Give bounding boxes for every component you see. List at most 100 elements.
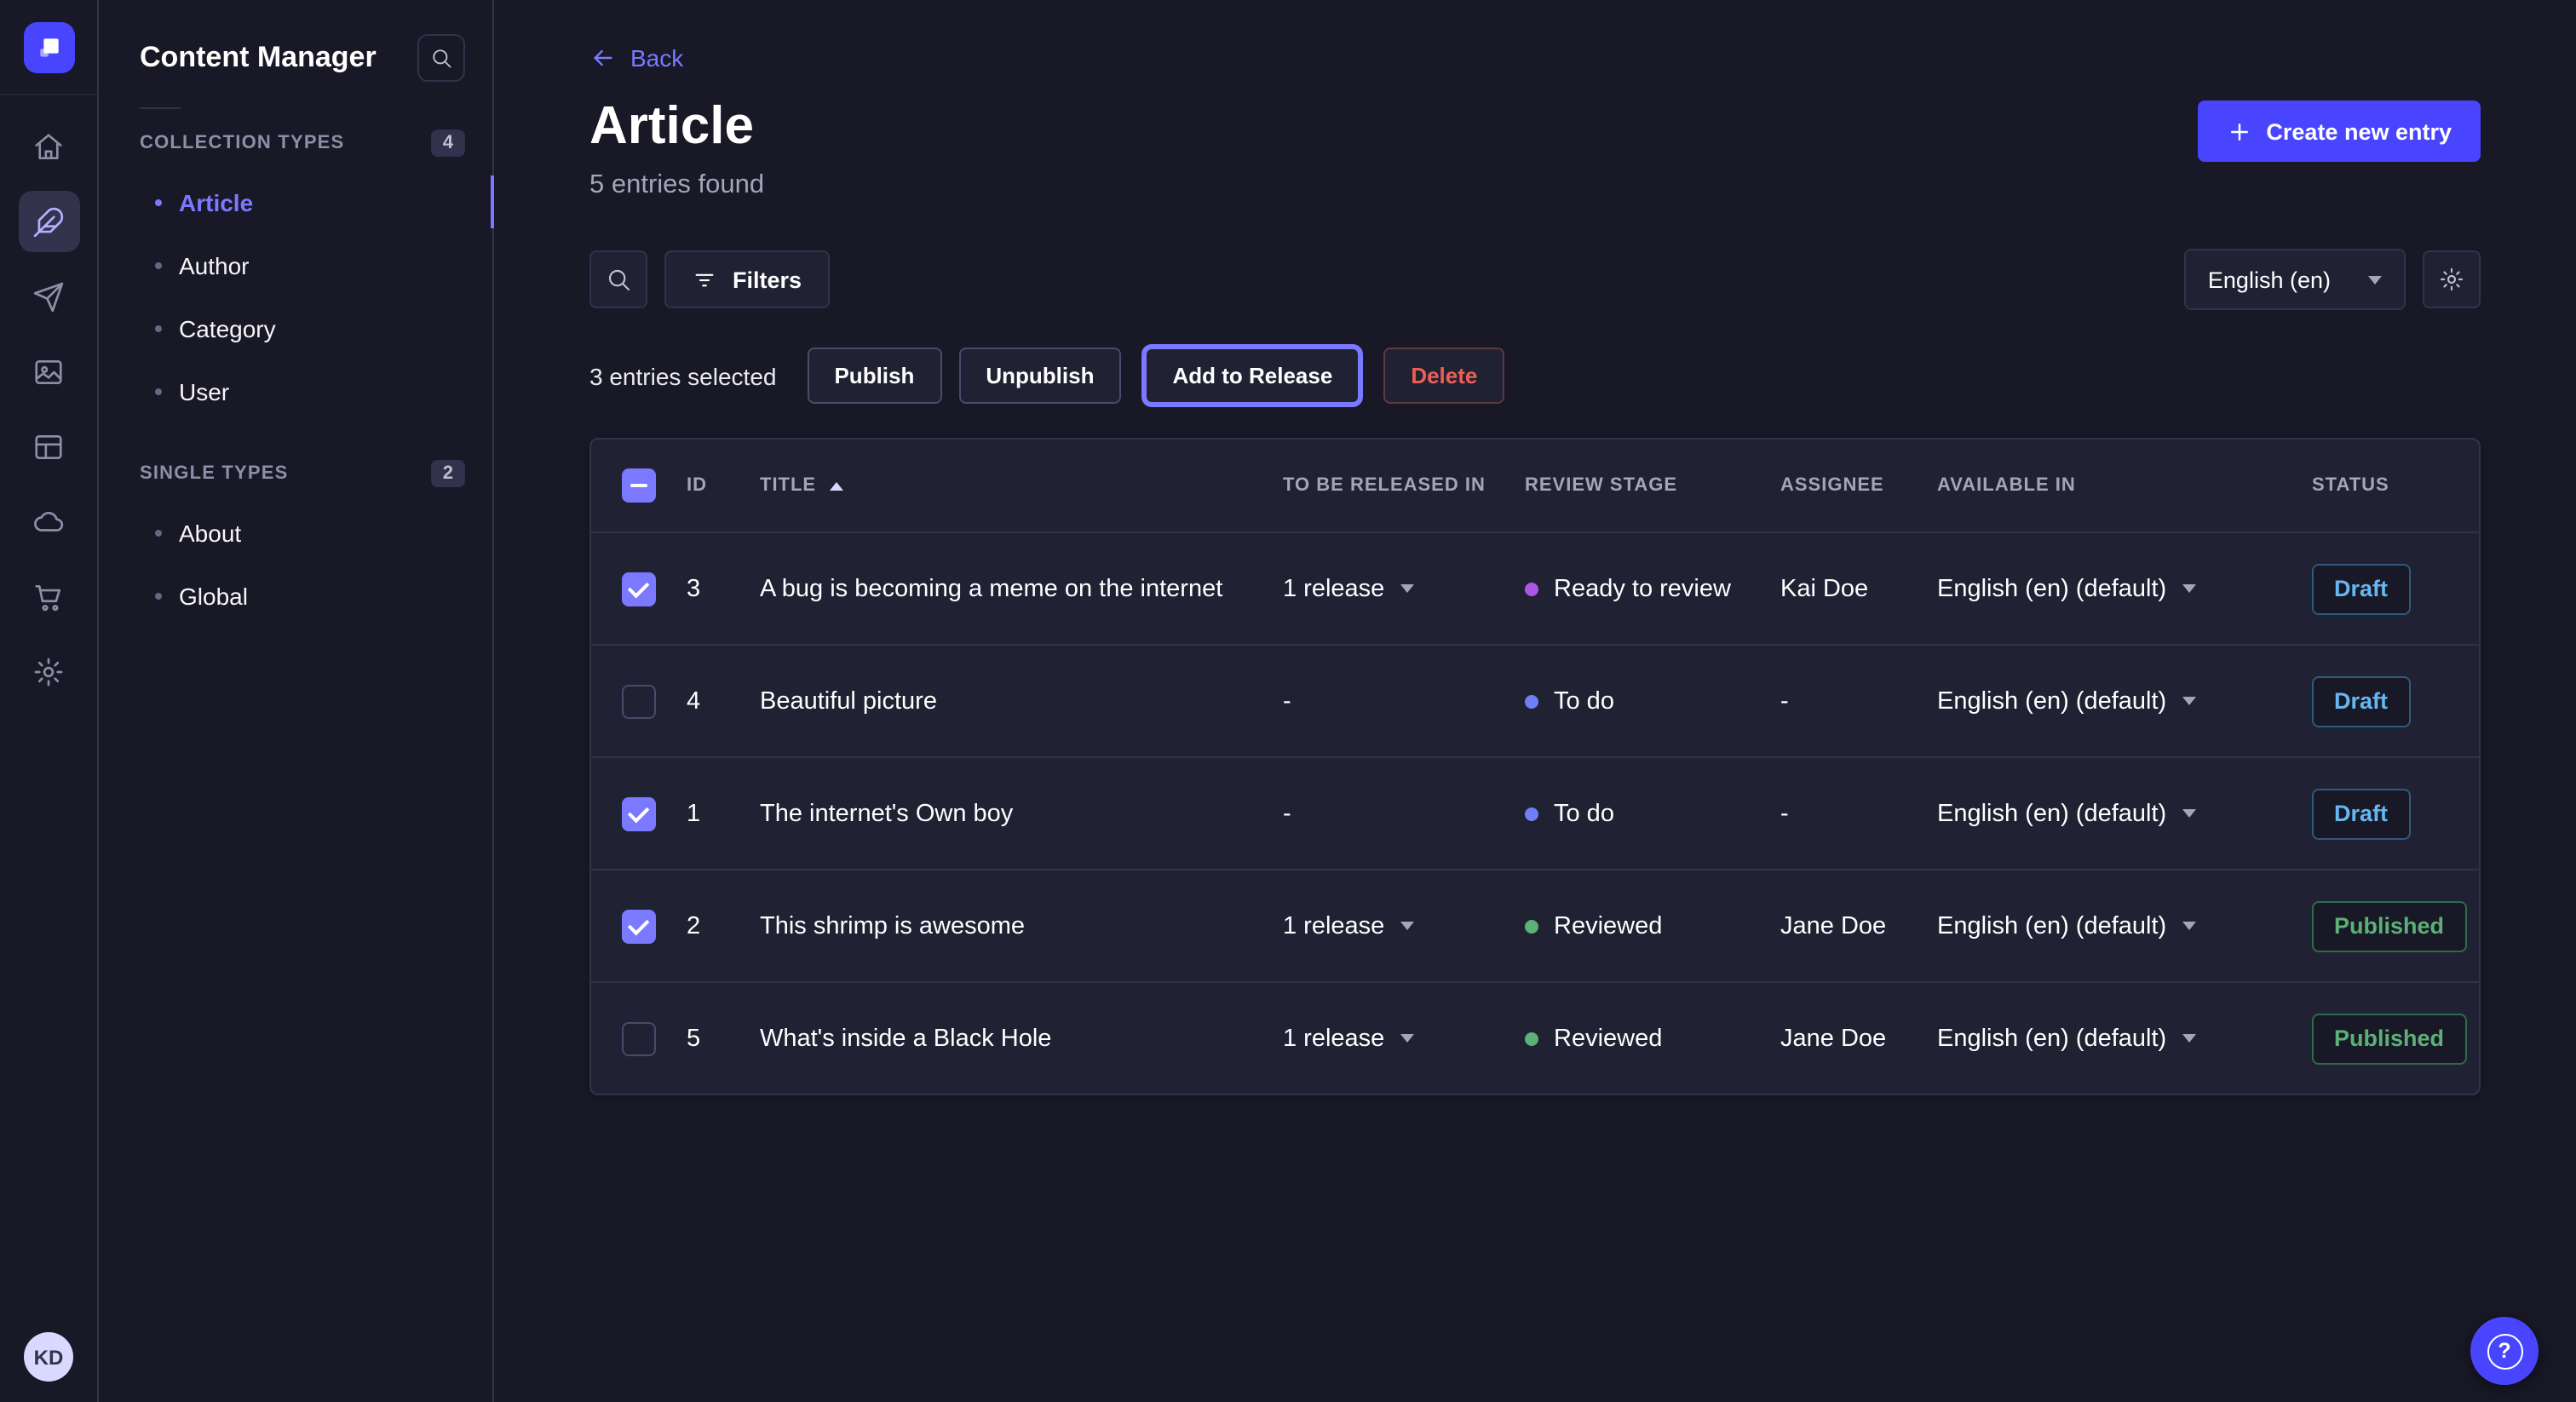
cell-title: The internet's Own boy (760, 800, 1283, 827)
app-window: KD Content Manager COLLECTION TYPES 4 Ar… (0, 0, 2576, 1402)
stage-dot-icon (1525, 694, 1538, 708)
content-type-builder-layout-icon[interactable] (18, 416, 79, 477)
settings-gear-icon[interactable] (18, 641, 79, 702)
bullet-icon (155, 388, 162, 394)
entries-selected-text: 3 entries selected (589, 362, 776, 389)
strapi-logo[interactable] (23, 22, 74, 73)
back-arrow-icon (589, 44, 617, 72)
column-header-title[interactable]: TITLE (760, 475, 1283, 496)
cell-available-in[interactable]: English (en) (default) (1937, 575, 2312, 602)
chevron-down-icon (2182, 584, 2195, 593)
back-link[interactable]: Back (589, 44, 683, 72)
media-library-image-icon[interactable] (18, 341, 79, 402)
single-types-count-badge: 2 (431, 460, 465, 487)
column-header-released-in: TO BE RELEASED IN (1283, 475, 1525, 496)
cell-id: 2 (687, 912, 760, 939)
cell-assignee: Jane Doe (1780, 1025, 1937, 1052)
column-header-id[interactable]: ID (687, 475, 760, 496)
user-avatar[interactable]: KD (24, 1332, 73, 1382)
cell-title: A bug is becoming a meme on the internet (760, 575, 1283, 602)
unpublish-button[interactable]: Unpublish (958, 348, 1121, 404)
select-all-checkbox[interactable] (622, 468, 656, 503)
content-manager-sidebar: Content Manager COLLECTION TYPES 4 Artic… (99, 0, 494, 1402)
sidebar-item-global[interactable]: Global (99, 564, 492, 627)
collection-types-count-badge: 4 (431, 129, 465, 157)
main-content: Back Article 5 entries found Create new … (494, 0, 2576, 1402)
cell-available-in[interactable]: English (en) (default) (1937, 687, 2312, 715)
sidebar-item-category[interactable]: Category (99, 296, 492, 359)
help-button[interactable]: ? (2470, 1317, 2539, 1385)
status-badge: Draft (2312, 788, 2410, 839)
create-new-entry-button[interactable]: Create new entry (2198, 101, 2481, 162)
content-manager-feather-icon[interactable] (18, 191, 79, 252)
cell-released-in[interactable]: 1 release (1283, 575, 1525, 602)
table-row[interactable]: 3 A bug is becoming a meme on the intern… (591, 531, 2479, 644)
stage-dot-icon (1525, 1031, 1538, 1045)
chevron-down-icon (2182, 697, 2195, 705)
cell-id: 4 (687, 687, 760, 715)
cell-available-in[interactable]: English (en) (default) (1937, 912, 2312, 939)
bullet-icon (155, 592, 162, 599)
entries-count-text: 5 entries found (589, 170, 764, 201)
sidebar-item-user[interactable]: User (99, 359, 492, 422)
sidebar-item-label: About (179, 519, 241, 546)
sidebar-item-author[interactable]: Author (99, 233, 492, 296)
chevron-down-icon (1400, 1034, 1413, 1043)
cloud-icon[interactable] (18, 491, 79, 552)
filters-button[interactable]: Filters (664, 250, 829, 308)
cell-released-in[interactable]: 1 release (1283, 912, 1525, 939)
main-nav-rail: KD (0, 0, 99, 1402)
sidebar-item-label: Global (179, 582, 248, 609)
gear-icon (2438, 266, 2465, 293)
home-icon[interactable] (18, 116, 79, 177)
rail-nav-items (18, 95, 79, 702)
sidebar-item-about[interactable]: About (99, 501, 492, 564)
sidebar-item-label: Category (179, 314, 276, 342)
entries-table: ID TITLE TO BE RELEASED IN REVIEW STAGE … (589, 438, 2481, 1095)
cell-available-in[interactable]: English (en) (default) (1937, 1025, 2312, 1052)
column-header-available-in: AVAILABLE IN (1937, 475, 2312, 496)
table-row[interactable]: 5 What's inside a Black Hole 1 release R… (591, 981, 2479, 1094)
sort-ascending-icon (830, 481, 843, 490)
bullet-icon (155, 198, 162, 205)
sidebar-divider (140, 107, 181, 109)
table-row[interactable]: 4 Beautiful picture - To do - English (e… (591, 644, 2479, 756)
sidebar-search-button[interactable] (417, 34, 465, 82)
locale-select[interactable]: English (en) (2184, 249, 2406, 310)
cell-released-in[interactable]: 1 release (1283, 1025, 1525, 1052)
send-paper-plane-icon[interactable] (18, 266, 79, 327)
publish-button[interactable]: Publish (807, 348, 941, 404)
table-row[interactable]: 1 The internet's Own boy - To do - Engli… (591, 756, 2479, 869)
chevron-down-icon (1400, 584, 1413, 593)
stage-dot-icon (1525, 807, 1538, 820)
status-badge: Draft (2312, 675, 2410, 727)
row-checkbox[interactable] (622, 684, 656, 718)
row-checkbox[interactable] (622, 1021, 656, 1055)
cell-title: This shrimp is awesome (760, 912, 1283, 939)
cell-review-stage: To do (1525, 687, 1780, 715)
add-to-release-button[interactable]: Add to Release (1145, 348, 1360, 404)
cell-review-stage: To do (1525, 800, 1780, 827)
column-header-status: STATUS (2312, 475, 2479, 496)
table-header-row: ID TITLE TO BE RELEASED IN REVIEW STAGE … (591, 440, 2479, 531)
cell-available-in[interactable]: English (en) (default) (1937, 800, 2312, 827)
delete-button[interactable]: Delete (1383, 348, 1504, 404)
marketplace-cart-icon[interactable] (18, 566, 79, 627)
sidebar-item-article[interactable]: Article (99, 170, 492, 233)
table-row[interactable]: 2 This shrimp is awesome 1 release Revie… (591, 869, 2479, 981)
cell-assignee: Jane Doe (1780, 912, 1937, 939)
logo-area (0, 0, 97, 95)
list-settings-button[interactable] (2423, 250, 2481, 308)
locale-selected-value: English (en) (2208, 267, 2331, 292)
row-checkbox[interactable] (622, 796, 656, 830)
column-header-assignee: ASSIGNEE (1780, 475, 1937, 496)
status-badge: Draft (2312, 563, 2410, 614)
list-toolbar: Filters English (en) (589, 249, 2481, 310)
row-checkbox[interactable] (622, 572, 656, 606)
sidebar-item-label: Article (179, 188, 253, 215)
search-button[interactable] (589, 250, 647, 308)
row-checkbox[interactable] (622, 909, 656, 943)
chevron-down-icon (2368, 275, 2382, 284)
chevron-down-icon (1400, 922, 1413, 930)
search-icon (605, 266, 632, 293)
